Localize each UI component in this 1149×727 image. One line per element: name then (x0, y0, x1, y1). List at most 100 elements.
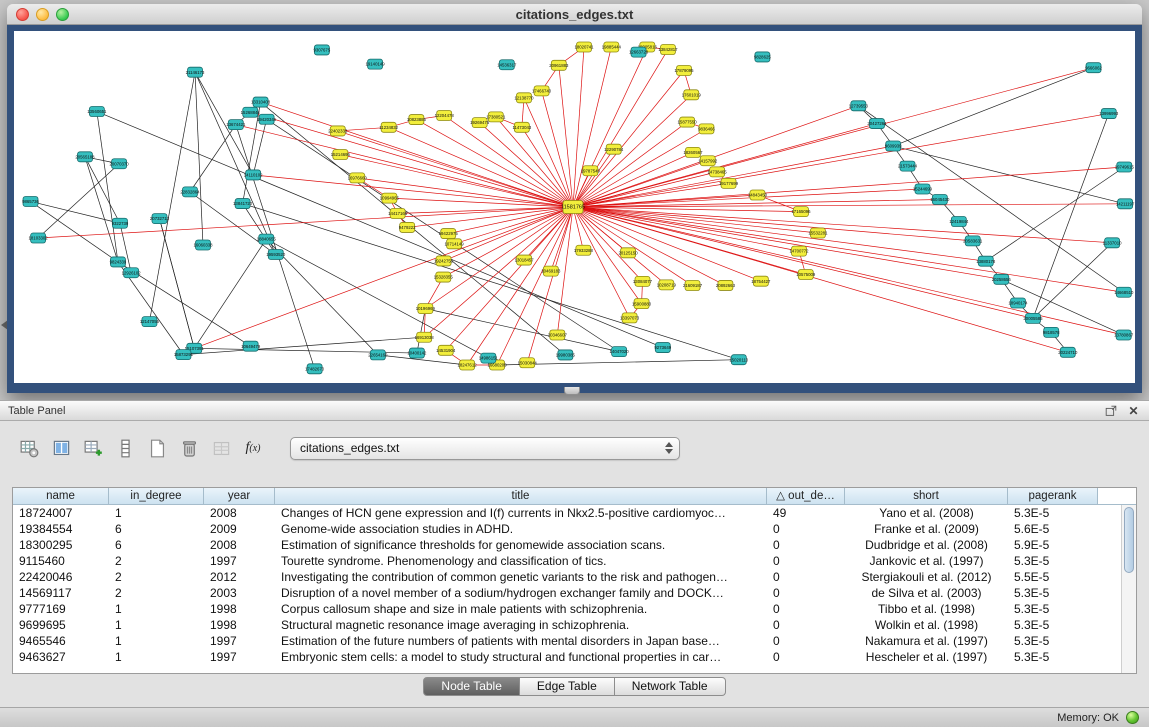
network-window-titlebar[interactable]: citations_edges.txt (7, 4, 1142, 25)
cell: Stergiakouli et al. (2012) (845, 569, 1008, 585)
column-header-title[interactable]: title (275, 488, 767, 505)
column-header-out_de[interactable]: △ out_de… (767, 488, 845, 505)
function-builder-icon[interactable]: f(x) (240, 435, 266, 461)
tab-edge-table[interactable]: Edge Table (520, 677, 615, 696)
new-file-icon[interactable] (144, 435, 170, 461)
network-view-frame: 1158176520346607150308441668020918247612… (7, 25, 1142, 393)
network-edge[interactable] (1033, 243, 1112, 319)
table-row[interactable]: 1872400712008Changes of HCN gene express… (13, 505, 1121, 521)
network-node-label: 16045430 (930, 197, 950, 202)
cell: 18724007 (13, 505, 109, 521)
network-canvas[interactable]: 1158176520346607150308441668020918247612… (14, 31, 1135, 383)
network-edge[interactable] (522, 127, 573, 207)
network-edge[interactable] (31, 201, 120, 223)
network-node-label: 15244699 (913, 187, 933, 192)
network-edge[interactable] (573, 207, 642, 281)
table-selector-dropdown[interactable]: citations_edges.txt (290, 437, 680, 460)
network-edge[interactable] (389, 198, 573, 207)
network-edge[interactable] (573, 207, 1001, 279)
network-graph[interactable]: 1158176520346607150308441668020918247612… (14, 31, 1135, 383)
network-edge[interactable] (425, 309, 619, 352)
network-edge[interactable] (986, 167, 1125, 261)
network-node-label: 17482670 (305, 366, 325, 371)
network-edge[interactable] (444, 115, 573, 207)
table-row[interactable]: 946554611997Estimation of the future num… (13, 633, 1121, 649)
cell: 0 (767, 537, 845, 553)
network-node-label: 19177699 (719, 181, 739, 186)
network-edge[interactable] (31, 201, 118, 261)
network-node-label: 9666062 (1085, 65, 1102, 70)
network-edge[interactable] (573, 50, 668, 207)
minimize-window-button[interactable] (36, 8, 49, 21)
column-header-year[interactable]: year (204, 488, 275, 505)
table-row[interactable]: 946362711997Embryonic stem cells: a mode… (13, 649, 1121, 665)
table-row[interactable]: 911546021997Tourette syndrome. Phenomeno… (13, 553, 1121, 569)
table-row[interactable]: 1938455462009Genome-wide association stu… (13, 521, 1121, 537)
network-edge[interactable] (573, 146, 893, 207)
close-window-button[interactable] (16, 8, 29, 21)
network-edge[interactable] (195, 72, 203, 245)
close-panel-icon[interactable]: ✕ (1126, 403, 1141, 418)
network-edge[interactable] (183, 337, 424, 354)
float-panel-icon[interactable] (1103, 403, 1118, 418)
network-edge[interactable] (159, 219, 194, 349)
network-edge[interactable] (573, 207, 630, 318)
network-node-label: 20258656 (992, 277, 1012, 282)
network-node-label: 12138770 (514, 95, 534, 100)
table-vertical-scrollbar[interactable] (1121, 505, 1136, 673)
network-edge[interactable] (97, 112, 118, 262)
network-edge[interactable] (194, 239, 266, 348)
column-header-pagerank[interactable]: pagerank (1008, 488, 1098, 505)
column-header-short[interactable]: short (845, 488, 1008, 505)
network-edge[interactable] (190, 125, 236, 192)
network-edge[interactable] (480, 123, 573, 207)
table-mode-icon[interactable] (16, 435, 42, 461)
zoom-window-button[interactable] (56, 8, 69, 21)
network-edge[interactable] (573, 124, 877, 207)
tab-network-table[interactable]: Network Table (615, 677, 726, 696)
network-edge[interactable] (446, 207, 573, 350)
network-edge[interactable] (573, 95, 691, 207)
network-edge[interactable] (559, 65, 573, 207)
table-row[interactable]: 1830029562008Estimation of significance … (13, 537, 1121, 553)
network-edge[interactable] (236, 125, 315, 369)
table-row[interactable]: 1456911722003Disruption of a novel membe… (13, 585, 1121, 601)
tab-node-table[interactable]: Node Table (423, 677, 520, 696)
network-node-label: 17933288 (574, 248, 594, 253)
network-edge[interactable] (1033, 114, 1109, 319)
import-table-icon[interactable] (208, 435, 234, 461)
column-header-name[interactable]: name (13, 488, 109, 505)
network-edge[interactable] (194, 207, 573, 348)
network-node-label: 20892663 (716, 283, 736, 288)
network-edge[interactable] (253, 119, 266, 175)
network-node-label: 14417166 (388, 211, 408, 216)
network-edge[interactable] (573, 183, 729, 207)
table-row[interactable]: 977716911998Corpus callosum shape and si… (13, 601, 1121, 617)
show-columns-icon[interactable] (48, 435, 74, 461)
cell: 5.3E-5 (1008, 553, 1098, 569)
cell: 1 (109, 505, 204, 521)
network-edge[interactable] (893, 68, 1093, 146)
network-edge[interactable] (236, 125, 573, 207)
network-edge[interactable] (496, 117, 573, 207)
table-row[interactable]: 2242004622012Investigating the contribut… (13, 569, 1121, 585)
network-edge[interactable] (573, 106, 858, 207)
column-header-in_degree[interactable]: in_degree (109, 488, 204, 505)
network-edge[interactable] (340, 155, 573, 207)
network-edge[interactable] (524, 207, 573, 260)
table-row[interactable]: 969969511998Structural magnetic resonanc… (13, 617, 1121, 633)
rows-icon[interactable] (112, 435, 138, 461)
network-node-label: 19885444 (602, 45, 622, 50)
network-edge[interactable] (573, 68, 1094, 207)
splitter-grip[interactable] (564, 387, 580, 395)
network-edge[interactable] (497, 207, 573, 365)
scrollbar-thumb[interactable] (1124, 507, 1134, 573)
network-edge[interactable] (524, 98, 573, 207)
network-edge[interactable] (542, 91, 573, 207)
add-column-icon[interactable] (80, 435, 106, 461)
delete-icon[interactable] (176, 435, 202, 461)
network-edge[interactable] (573, 207, 973, 241)
network-edge[interactable] (243, 204, 276, 255)
network-edge[interactable] (573, 207, 1112, 243)
network-edge[interactable] (389, 127, 573, 207)
